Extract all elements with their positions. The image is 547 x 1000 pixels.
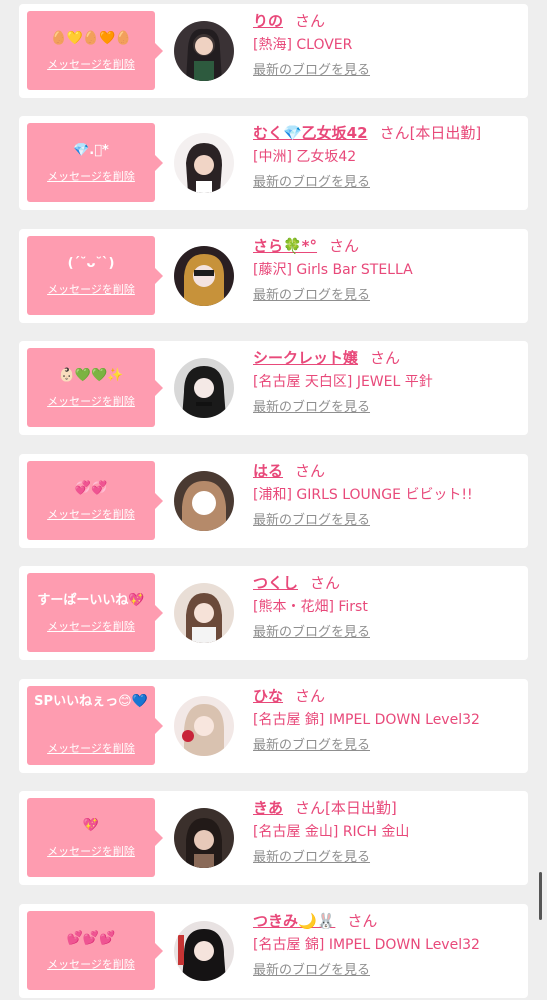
avatar[interactable] [174,246,234,306]
delete-message-link[interactable]: メッセージを削除 [27,618,155,634]
avatar[interactable] [174,21,234,81]
latest-blog-link[interactable]: 最新のブログを見る [253,620,523,646]
girl-name-link[interactable]: シークレット嬢 [253,349,358,367]
attendance-badge: [本日出勤] [325,799,397,817]
girl-name-link[interactable]: さら🍀*° [253,237,317,255]
message-text: 👶🏻💚💚✨ [58,368,124,383]
list-item: 💎.ﾟ* メッセージを削除 むく💎乙女坂42 さん[本日出勤] [中洲] 乙女坂4… [19,116,528,210]
avatar[interactable] [174,921,234,981]
list-item: 💖 メッセージを削除 きあ さん[本日出勤] [名古屋 金山] RICH 金山 最… [19,791,528,885]
shop-label: [藤沢] Girls Bar STELLA [253,262,413,278]
delete-message-link[interactable]: メッセージを削除 [27,506,155,522]
message-text: 💕💕💕 [66,931,116,946]
attendance-badge: [本日出勤] [409,124,482,142]
message-bubble: (ˊ˘ᴗ˘ˋ) メッセージを削除 [27,236,163,315]
latest-blog-link[interactable]: 最新のブログを見る [253,170,523,196]
message-bubble: すーぱーいいね💖 メッセージを削除 [27,573,163,652]
honorific: さん [329,237,360,255]
honorific: さん [295,462,326,480]
latest-blog-link[interactable]: 最新のブログを見る [253,845,523,871]
latest-blog-link[interactable]: 最新のブログを見る [253,733,523,759]
list-item: 👶🏻💚💚✨ メッセージを削除 シークレット嬢 さん [名古屋 天白区] JEWEL… [19,341,528,435]
shop-label: [熱海] CLOVER [253,37,353,53]
honorific: さん [295,12,326,30]
message-text: SPいいねぇっ😊💙 [34,694,148,709]
shop-label: [浦和] GIRLS LOUNGE ビビット!! [253,487,473,503]
shop-label: [名古屋 錦] IMPEL DOWN Level32 [253,937,480,953]
avatar[interactable] [174,583,234,643]
girl-name-link[interactable]: きあ [253,799,283,817]
list-item: 🥚💛🥚🧡🥚 メッセージを削除 りの さん [熱海] CLOVER 最新のブログを見… [19,4,528,98]
avatar[interactable] [174,471,234,531]
honorific: さん [370,349,401,367]
shop-label: [中洲] 乙女坂42 [253,149,357,165]
girl-name-link[interactable]: むく💎乙女坂42 [253,124,368,142]
message-bubble: 🥚💛🥚🧡🥚 メッセージを削除 [27,11,163,90]
girl-name-link[interactable]: つきみ🌙🐰 [253,912,335,930]
shop-label: [名古屋 天白区] JEWEL 平針 [253,374,433,390]
delete-message-link[interactable]: メッセージを削除 [27,281,155,297]
avatar[interactable] [174,808,234,868]
latest-blog-link[interactable]: 最新のブログを見る [253,395,523,421]
honorific: さん [295,687,326,705]
message-bubble: 💕💕💕 メッセージを削除 [27,911,163,990]
list-item: SPいいねぇっ😊💙 メッセージを削除 ひな さん [名古屋 錦] IMPEL DO… [19,679,528,773]
list-item: 💞💞 メッセージを削除 はる さん [浦和] GIRLS LOUNGE ビビット!… [19,454,528,548]
avatar[interactable] [174,358,234,418]
message-bubble: SPいいねぇっ😊💙 メッセージを削除 [27,686,163,765]
delete-message-link[interactable]: メッセージを削除 [27,393,155,409]
shop-label: [名古屋 錦] IMPEL DOWN Level32 [253,712,480,728]
message-text: 💎.ﾟ* [73,143,109,158]
latest-blog-link[interactable]: 最新のブログを見る [253,508,523,534]
avatar[interactable] [174,133,234,193]
delete-message-link[interactable]: メッセージを削除 [27,843,155,859]
message-text: すーぱーいいね💖 [37,593,145,608]
message-text: (ˊ˘ᴗ˘ˋ) [67,256,115,271]
list-item: 💕💕💕 メッセージを削除 つきみ🌙🐰 さん [名古屋 錦] IMPEL DOWN … [19,904,528,998]
latest-blog-link[interactable]: 最新のブログを見る [253,58,523,84]
scrollbar-thumb[interactable] [539,872,542,920]
message-bubble: 💞💞 メッセージを削除 [27,461,163,540]
delete-message-link[interactable]: メッセージを削除 [27,956,155,972]
honorific: さん [295,799,326,817]
delete-message-link[interactable]: メッセージを削除 [27,56,155,72]
delete-message-link[interactable]: メッセージを削除 [27,168,155,184]
girl-name-link[interactable]: はる [253,462,283,480]
message-bubble: 💎.ﾟ* メッセージを削除 [27,123,163,202]
girl-name-link[interactable]: ひな [253,687,283,705]
girl-name-link[interactable]: りの [253,12,283,30]
shop-label: [熊本・花畑] First [253,599,368,615]
avatar[interactable] [174,696,234,756]
shop-label: [名古屋 金山] RICH 金山 [253,824,410,840]
delete-message-link[interactable]: メッセージを削除 [27,740,155,756]
latest-blog-link[interactable]: 最新のブログを見る [253,958,523,984]
list-item: (ˊ˘ᴗ˘ˋ) メッセージを削除 さら🍀*° さん [藤沢] Girls Bar … [19,229,528,323]
message-text: 🥚💛🥚🧡🥚 [50,31,132,46]
latest-blog-link[interactable]: 最新のブログを見る [253,283,523,309]
message-text: 💖 [82,818,100,833]
message-bubble: 💖 メッセージを削除 [27,798,163,877]
list-item: すーぱーいいね💖 メッセージを削除 つくし さん [熊本・花畑] First 最新… [19,566,528,660]
message-text: 💞💞 [74,481,108,496]
honorific: さん [310,574,341,592]
message-bubble: 👶🏻💚💚✨ メッセージを削除 [27,348,163,427]
honorific: さん [347,912,378,930]
honorific: さん [379,124,410,142]
girl-name-link[interactable]: つくし [253,574,298,592]
